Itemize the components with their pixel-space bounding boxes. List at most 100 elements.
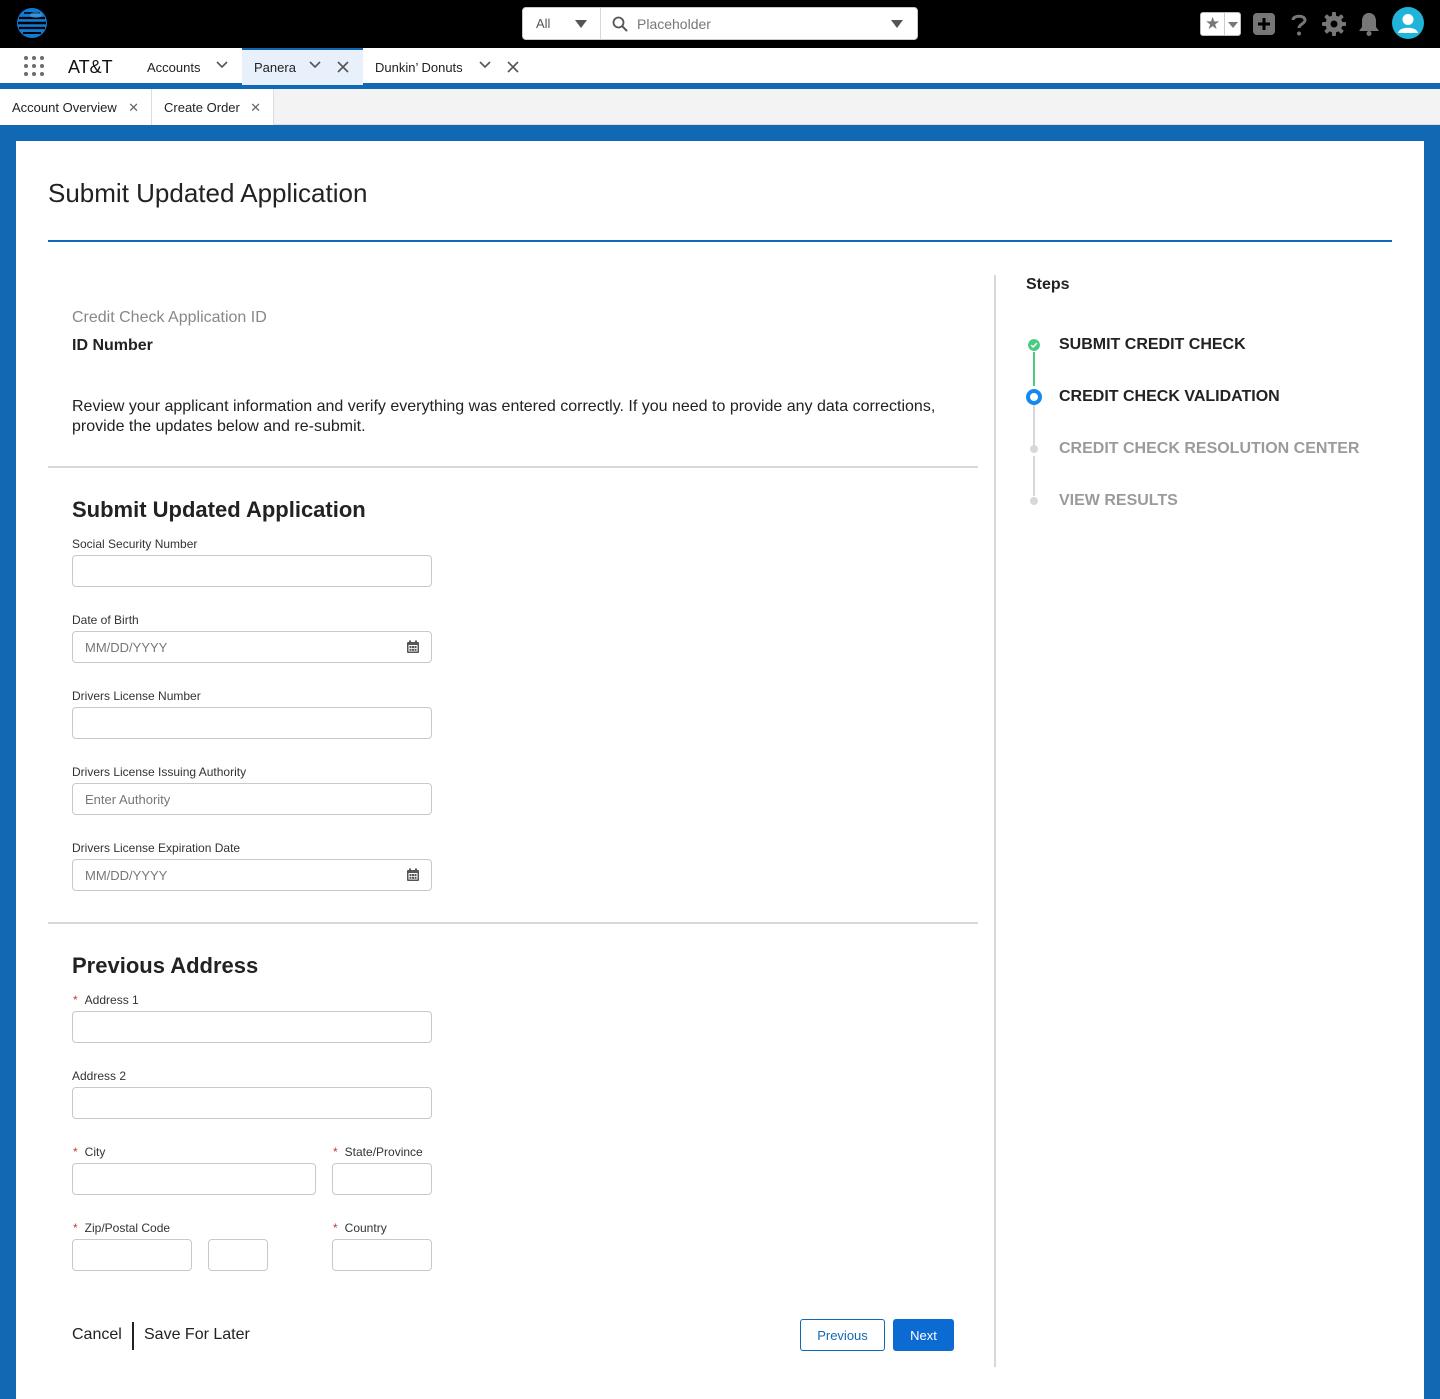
subtab-account-overview[interactable]: Account Overview ✕ bbox=[0, 89, 152, 125]
favorites-button[interactable]: ★ bbox=[1200, 12, 1241, 36]
close-icon[interactable] bbox=[337, 61, 349, 73]
gear-icon[interactable] bbox=[1321, 11, 1347, 37]
required-mark: * bbox=[333, 1145, 338, 1159]
att-logo[interactable] bbox=[16, 7, 48, 39]
close-icon[interactable]: ✕ bbox=[250, 100, 261, 116]
nav-tab-panera-label-wrap[interactable]: Panera bbox=[254, 48, 296, 86]
country-input[interactable] bbox=[332, 1239, 432, 1271]
city-input[interactable] bbox=[72, 1163, 316, 1195]
address1-label-text: Address 1 bbox=[84, 993, 139, 1007]
chevron-down-icon[interactable] bbox=[479, 61, 491, 69]
nav-tab-dunkin[interactable]: Dunkin’ Donuts bbox=[375, 48, 463, 86]
section-title-previous-address: Previous Address bbox=[72, 953, 259, 978]
required-mark: * bbox=[73, 993, 78, 1007]
country-label-text: Country bbox=[344, 1221, 387, 1235]
dl-expiration-placeholder: MM/DD/YYYY bbox=[85, 867, 168, 883]
address2-label: Address 2 bbox=[72, 1069, 127, 1083]
user-icon bbox=[1398, 14, 1418, 33]
dob-label: Date of Birth bbox=[72, 613, 139, 627]
subtab-create-order[interactable]: Create Order ✕ bbox=[152, 89, 274, 125]
dob-placeholder: MM/DD/YYYY bbox=[85, 639, 168, 655]
chevron-down-icon bbox=[575, 20, 587, 28]
address1-label: * Address 1 bbox=[72, 993, 139, 1007]
required-mark: * bbox=[73, 1145, 78, 1159]
zip-input[interactable] bbox=[72, 1239, 192, 1271]
address1-input[interactable] bbox=[72, 1011, 432, 1043]
section-title-application: Submit Updated Application bbox=[72, 497, 366, 522]
search-placeholder: Placeholder bbox=[637, 15, 711, 32]
ssn-label: Social Security Number bbox=[72, 537, 198, 551]
search-icon bbox=[612, 16, 628, 32]
step-connector bbox=[1033, 456, 1035, 496]
required-mark: * bbox=[73, 1221, 78, 1235]
save-for-later-link[interactable]: Save For Later bbox=[144, 1326, 250, 1344]
subtab-label: Account Overview bbox=[12, 99, 117, 115]
dl-expiration-label: Drivers License Expiration Date bbox=[72, 841, 241, 855]
nav-item-accounts[interactable]: Accounts bbox=[147, 48, 200, 86]
close-icon[interactable]: ✕ bbox=[128, 100, 139, 116]
main-card: Submit Updated Application Credit Check … bbox=[16, 141, 1424, 1399]
user-avatar-icon[interactable] bbox=[1392, 7, 1424, 39]
previous-button[interactable]: Previous bbox=[800, 1319, 885, 1351]
app-navigation: AT&T Accounts Panera Dunkin’ Donuts bbox=[0, 48, 1440, 86]
favorites-star-icon: ★ bbox=[1205, 14, 1221, 33]
divider bbox=[1224, 13, 1225, 35]
step-current-indicator bbox=[1026, 389, 1042, 405]
ccid-value: ID Number bbox=[72, 337, 153, 354]
address2-input[interactable] bbox=[72, 1087, 432, 1119]
step-upcoming-indicator bbox=[1030, 445, 1038, 453]
chevron-down-icon[interactable] bbox=[309, 61, 321, 69]
ccid-label: Credit Check Application ID bbox=[72, 309, 267, 326]
app-launcher-icon[interactable] bbox=[24, 56, 44, 76]
dl-expiration-input[interactable]: MM/DD/YYYY bbox=[72, 859, 432, 891]
add-icon[interactable] bbox=[1251, 11, 1277, 37]
calendar-icon[interactable] bbox=[406, 640, 420, 654]
help-icon[interactable] bbox=[1286, 11, 1312, 37]
cancel-link[interactable]: Cancel bbox=[72, 1326, 122, 1344]
zip-label: * Zip/Postal Code bbox=[72, 1221, 170, 1235]
dl-authority-input[interactable]: Enter Authority bbox=[72, 783, 432, 815]
city-label: * City bbox=[72, 1145, 105, 1159]
calendar-icon[interactable] bbox=[406, 868, 420, 882]
chevron-down-icon[interactable] bbox=[216, 61, 228, 69]
dl-authority-placeholder: Enter Authority bbox=[85, 791, 171, 807]
close-icon[interactable] bbox=[507, 61, 519, 73]
dob-input[interactable]: MM/DD/YYYY bbox=[72, 631, 432, 663]
footer-divider bbox=[132, 1322, 134, 1350]
global-search: All Placeholder bbox=[522, 7, 918, 40]
notification-bell-icon[interactable] bbox=[1356, 11, 1382, 37]
chevron-down-icon bbox=[891, 20, 903, 28]
step-connector bbox=[1033, 352, 1035, 386]
dl-number-label: Drivers License Number bbox=[72, 689, 201, 703]
global-header: All Placeholder ★ bbox=[0, 0, 1440, 48]
zip-extension-input[interactable] bbox=[208, 1239, 268, 1271]
section-divider bbox=[48, 466, 978, 468]
dl-authority-label: Drivers License Issuing Authority bbox=[72, 765, 247, 779]
ssn-input[interactable] bbox=[72, 555, 432, 587]
state-input[interactable] bbox=[332, 1163, 432, 1195]
next-button[interactable]: Next bbox=[893, 1319, 954, 1351]
nav-item-label: Accounts bbox=[147, 59, 201, 75]
search-input[interactable]: Placeholder bbox=[601, 8, 917, 39]
step-complete-check-icon bbox=[1028, 339, 1040, 351]
steps-title: Steps bbox=[1026, 276, 1070, 293]
state-label-text: State/Province bbox=[344, 1145, 423, 1159]
city-label-text: City bbox=[84, 1145, 106, 1159]
step-submit-credit-check[interactable]: SUBMIT CREDIT CHECK bbox=[1059, 336, 1246, 354]
nav-item-label: Panera bbox=[254, 59, 296, 75]
required-mark: * bbox=[333, 1221, 338, 1235]
step-credit-check-validation[interactable]: CREDIT CHECK VALIDATION bbox=[1059, 388, 1280, 406]
state-label: * State/Province bbox=[332, 1145, 423, 1159]
section-divider bbox=[48, 922, 978, 924]
search-scope-value: All bbox=[536, 16, 551, 31]
step-view-results[interactable]: VIEW RESULTS bbox=[1059, 492, 1178, 510]
dl-number-input[interactable] bbox=[72, 707, 432, 739]
column-divider bbox=[994, 275, 996, 1367]
step-resolution-center[interactable]: CREDIT CHECK RESOLUTION CENTER bbox=[1059, 440, 1359, 458]
subtab-label: Create Order bbox=[164, 99, 240, 115]
workspace-subtabs: Account Overview ✕ Create Order ✕ bbox=[0, 89, 1440, 125]
country-label: * Country bbox=[332, 1221, 387, 1235]
search-scope-select[interactable]: All bbox=[523, 8, 601, 39]
zip-label-text: Zip/Postal Code bbox=[84, 1221, 171, 1235]
page-title: Submit Updated Application bbox=[48, 178, 368, 208]
